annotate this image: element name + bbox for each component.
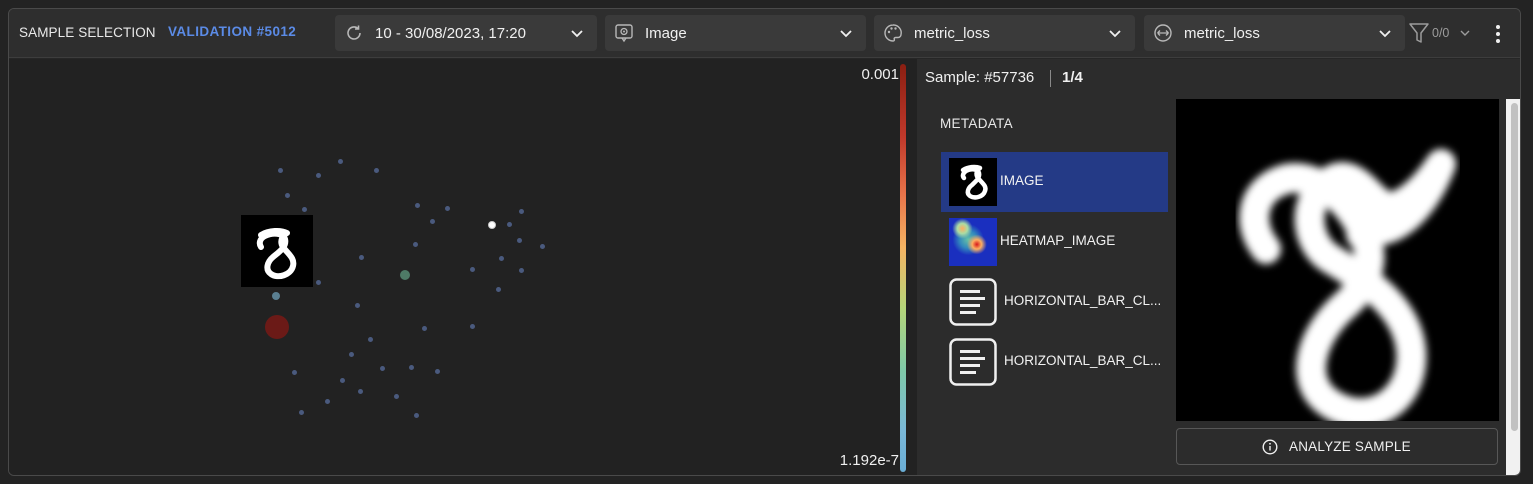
scatter-point[interactable] (355, 303, 360, 308)
date-range-dropdown[interactable]: 10 - 30/08/2023, 17:20 (335, 15, 597, 51)
scrollbar-thumb[interactable] (1511, 103, 1518, 431)
scatter-point[interactable] (499, 256, 504, 261)
scatter-point[interactable] (278, 168, 283, 173)
chevron-down-icon (571, 30, 583, 38)
metadata-item-label: IMAGE (1000, 173, 1044, 188)
heatmap-thumbnail (949, 218, 997, 266)
metadata-item-image[interactable]: IMAGE (941, 152, 1168, 212)
scatter-plot[interactable]: 0.001 1.192e-7 (9, 59, 917, 475)
metadata-item-label: HEATMAP_IMAGE (1000, 233, 1116, 248)
visualization-type-label: Image (645, 25, 687, 42)
scatter-point[interactable] (368, 337, 373, 342)
funnel-icon (1409, 23, 1429, 43)
sample-details-panel: Sample: #57736 1/4 METADATA IMAGE HEATMA… (917, 59, 1520, 475)
scatter-point[interactable] (430, 219, 435, 224)
scatter-point[interactable] (316, 280, 321, 285)
scatter-point[interactable] (338, 159, 343, 164)
validation-link[interactable]: VALIDATION #5012 (168, 24, 296, 39)
scatter-point[interactable] (359, 255, 364, 260)
scatter-point[interactable] (349, 352, 354, 357)
page-title: SAMPLE SELECTION (19, 25, 156, 40)
scatter-point[interactable] (470, 267, 475, 272)
scatter-point[interactable] (422, 326, 427, 331)
color-scale-bar (900, 64, 906, 472)
divider (1050, 70, 1051, 87)
filter-count: 0/0 (1432, 26, 1450, 40)
chevron-down-icon (1379, 30, 1391, 38)
toolbar: SAMPLE SELECTION VALIDATION #5012 10 - 3… (9, 9, 1520, 58)
metadata-item-heatmap[interactable]: HEATMAP_IMAGE (941, 212, 1168, 272)
scatter-point[interactable] (445, 206, 450, 211)
scatter-point[interactable] (415, 203, 420, 208)
scatter-point[interactable] (413, 242, 418, 247)
size-arrows-icon (1154, 24, 1172, 42)
chevron-down-icon (1460, 30, 1470, 36)
analyze-sample-button[interactable]: ANALYZE SAMPLE (1176, 428, 1498, 465)
highlighted-scatter-point[interactable] (265, 315, 289, 339)
metadata-item-bar-classification[interactable]: HORIZONTAL_BAR_CL... (941, 272, 1168, 332)
info-icon (1262, 439, 1278, 455)
scatter-point[interactable] (340, 378, 345, 383)
scatter-point[interactable] (496, 287, 501, 292)
color-scale-max: 0.001 (861, 66, 899, 83)
filter-button[interactable]: 0/0 (1408, 21, 1472, 45)
size-metric-label: metric_loss (1184, 25, 1260, 42)
scatter-point[interactable] (409, 365, 414, 370)
visualization-type-dropdown[interactable]: Image (605, 15, 866, 51)
sample-id: Sample: #57736 (925, 69, 1035, 86)
text-lines-icon (949, 278, 997, 326)
size-metric-dropdown[interactable]: metric_loss (1144, 15, 1405, 51)
hover-sample-thumbnail (241, 215, 313, 287)
refresh-icon (347, 25, 361, 40)
more-options-icon[interactable] (1491, 23, 1505, 45)
scatter-point[interactable] (292, 370, 297, 375)
digit-thumbnail (949, 158, 997, 206)
digit-eight-image (1239, 149, 1456, 428)
color-metric-dropdown[interactable]: metric_loss (874, 15, 1135, 51)
scatter-point[interactable] (470, 324, 475, 329)
analyze-sample-label: ANALYZE SAMPLE (1289, 439, 1411, 454)
chevron-down-icon (1109, 30, 1121, 38)
scatter-point[interactable] (400, 270, 410, 280)
image-settings-icon (615, 24, 633, 43)
scatter-point[interactable] (519, 268, 524, 273)
date-range-label: 10 - 30/08/2023, 17:20 (375, 25, 526, 42)
scatter-point[interactable] (374, 168, 379, 173)
scatter-point[interactable] (272, 292, 280, 300)
scatter-point[interactable] (358, 389, 363, 394)
digit-eight-image (256, 227, 297, 280)
scatter-point[interactable] (540, 244, 545, 249)
metadata-item-label: HORIZONTAL_BAR_CL... (1004, 353, 1162, 368)
scatter-point[interactable] (519, 209, 524, 214)
sample-selection-window: SAMPLE SELECTION VALIDATION #5012 10 - 3… (8, 8, 1521, 476)
selected-scatter-point[interactable] (488, 221, 496, 229)
scatter-point[interactable] (380, 366, 385, 371)
scatter-point[interactable] (302, 207, 307, 212)
scatter-point[interactable] (507, 222, 512, 227)
scatter-point[interactable] (299, 410, 304, 415)
scatter-point[interactable] (517, 238, 522, 243)
scatter-point[interactable] (285, 193, 290, 198)
color-metric-label: metric_loss (914, 25, 990, 42)
metadata-item-label: HORIZONTAL_BAR_CL... (1004, 293, 1162, 308)
text-lines-icon (949, 338, 997, 386)
metadata-heading: METADATA (940, 116, 1013, 131)
scatter-point[interactable] (414, 413, 419, 418)
scatter-point[interactable] (435, 369, 440, 374)
scatter-point[interactable] (394, 394, 399, 399)
sample-preview-image (1176, 99, 1499, 428)
sample-count: 1/4 (1062, 69, 1083, 86)
chevron-down-icon (840, 30, 852, 38)
color-scale-min: 1.192e-7 (839, 452, 899, 469)
scatter-point[interactable] (316, 173, 321, 178)
palette-icon (884, 24, 902, 42)
metadata-item-bar-classification[interactable]: HORIZONTAL_BAR_CL... (941, 332, 1168, 392)
scatter-point[interactable] (325, 399, 330, 404)
